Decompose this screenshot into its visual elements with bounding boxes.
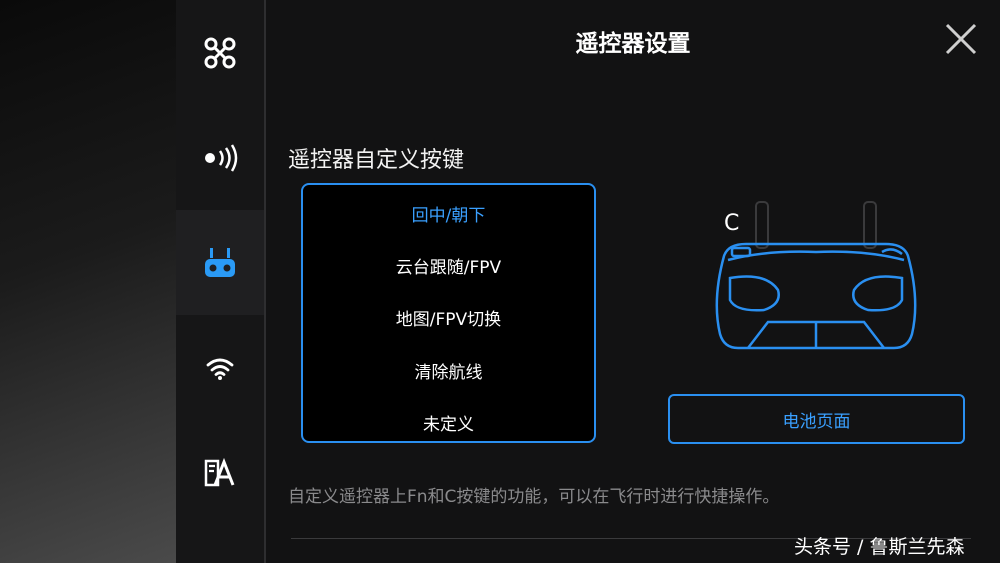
battery-page-button[interactable]: 电池页面 xyxy=(668,394,965,444)
wifi-icon xyxy=(206,358,234,380)
close-button[interactable] xyxy=(944,22,978,56)
custom-key-list: 回中/朝下 云台跟随/FPV 地图/FPV切换 清除航线 未定义 xyxy=(301,183,596,443)
page-title: 遥控器设置 xyxy=(575,31,691,57)
key-option-gimbal-follow[interactable]: 云台跟随/FPV xyxy=(303,253,594,278)
sidebar-item-wifi[interactable] xyxy=(176,315,264,420)
background-panel xyxy=(0,0,176,563)
key-option-map-fpv-switch[interactable]: 地图/FPV切换 xyxy=(303,305,594,330)
key-option-clear-route[interactable]: 清除航线 xyxy=(303,358,594,383)
signal-icon xyxy=(205,143,238,172)
controller-illustration: C xyxy=(715,201,917,350)
language-icon xyxy=(204,457,235,486)
section-heading: 遥控器自定义按键 xyxy=(288,148,465,173)
key-option-recenter[interactable]: 回中/朝下 xyxy=(303,201,594,226)
settings-sidebar xyxy=(176,0,266,563)
close-icon xyxy=(945,23,977,55)
drone-icon xyxy=(204,37,236,68)
settings-panel: 遥控器设置 遥控器自定义按键 回中/朝下 云台跟随/FPV 地图/FPV切换 清… xyxy=(266,0,1000,563)
sidebar-item-transmission[interactable] xyxy=(176,105,264,210)
description-text: 自定义遥控器上Fn和C按键的功能，可以在飞行时进行快捷操作。 xyxy=(288,487,780,507)
watermark: 头条号 / 鲁斯兰先森 xyxy=(794,536,965,558)
sidebar-item-general[interactable] xyxy=(176,420,264,525)
controller-c-label: C xyxy=(724,211,739,236)
key-option-undefined[interactable]: 未定义 xyxy=(303,410,594,435)
remote-controller-icon xyxy=(205,247,235,277)
sidebar-item-aircraft[interactable] xyxy=(176,0,264,105)
sidebar-item-remote-controller[interactable] xyxy=(176,210,264,315)
